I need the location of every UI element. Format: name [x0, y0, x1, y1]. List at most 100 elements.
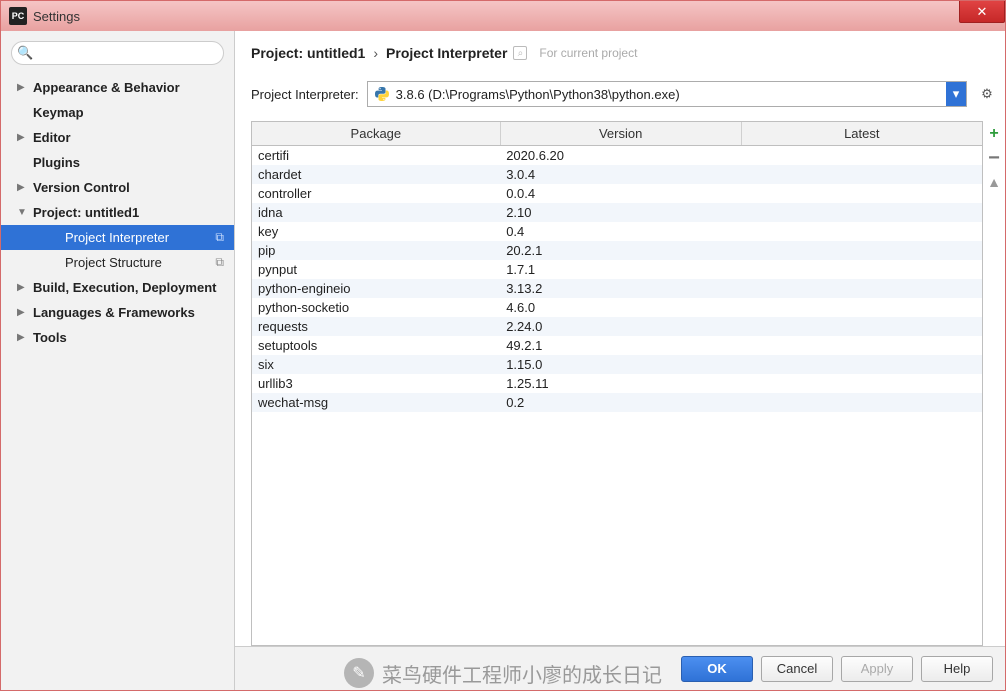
- table-row[interactable]: key0.4: [252, 222, 982, 241]
- chevron-icon: ▶: [17, 282, 27, 293]
- breadcrumb-page: Project Interpreter: [386, 45, 507, 61]
- cell-latest: [741, 260, 982, 279]
- breadcrumb: Project: untitled1 Project Interpreter ⌕…: [235, 31, 1005, 67]
- cell-latest: [741, 393, 982, 412]
- col-version[interactable]: Version: [500, 122, 741, 146]
- table-row[interactable]: certifi2020.6.20: [252, 146, 982, 166]
- titlebar: PC Settings ✕: [1, 1, 1005, 31]
- sidebar-item-label: Version Control: [33, 180, 130, 195]
- table-row[interactable]: six1.15.0: [252, 355, 982, 374]
- python-icon: [374, 86, 390, 102]
- table-row[interactable]: wechat-msg0.2: [252, 393, 982, 412]
- sidebar-item-build-execution-deployment[interactable]: ▶Build, Execution, Deployment: [1, 275, 234, 300]
- close-icon: ✕: [977, 4, 988, 20]
- close-button[interactable]: ✕: [959, 1, 1005, 23]
- copy-icon: ⧉: [215, 255, 224, 270]
- settings-window: PC Settings ✕ 🔍 ▶Appearance & Behavior▶K…: [0, 0, 1006, 691]
- gear-icon: ⚙: [981, 86, 993, 102]
- cell-latest: [741, 165, 982, 184]
- reset-icon[interactable]: ⌕: [513, 46, 527, 60]
- settings-tree[interactable]: ▶Appearance & Behavior▶Keymap▶Editor▶Plu…: [1, 75, 234, 690]
- table-row[interactable]: idna2.10: [252, 203, 982, 222]
- cancel-button[interactable]: Cancel: [761, 656, 833, 682]
- col-latest[interactable]: Latest: [741, 122, 982, 146]
- sidebar-item-project-structure[interactable]: ▶Project Structure⧉: [1, 250, 234, 275]
- interpreter-row: Project Interpreter: 3.8.6 (D:\Programs\…: [235, 67, 1005, 121]
- table-row[interactable]: controller0.0.4: [252, 184, 982, 203]
- table-row[interactable]: python-engineio3.13.2: [252, 279, 982, 298]
- ok-button[interactable]: OK: [681, 656, 753, 682]
- sidebar-item-plugins[interactable]: ▶Plugins: [1, 150, 234, 175]
- cell-package: certifi: [252, 146, 500, 166]
- remove-package-button[interactable]: −: [985, 149, 1003, 167]
- breadcrumb-separator: [371, 45, 380, 61]
- chevron-down-icon[interactable]: ▾: [946, 82, 966, 106]
- add-package-button[interactable]: +: [985, 125, 1003, 143]
- table-row[interactable]: setuptools49.2.1: [252, 336, 982, 355]
- cell-version: 49.2.1: [500, 336, 741, 355]
- sidebar-item-label: Plugins: [33, 155, 80, 170]
- cell-version: 2.10: [500, 203, 741, 222]
- packages-area: Package Version Latest certifi2020.6.20c…: [235, 121, 1005, 646]
- table-row[interactable]: requests2.24.0: [252, 317, 982, 336]
- table-row[interactable]: urllib31.25.11: [252, 374, 982, 393]
- cell-version: 3.0.4: [500, 165, 741, 184]
- cell-package: chardet: [252, 165, 500, 184]
- interpreter-select[interactable]: 3.8.6 (D:\Programs\Python\Python38\pytho…: [367, 81, 967, 107]
- search-input[interactable]: [11, 41, 224, 65]
- chevron-icon: ▶: [17, 132, 27, 143]
- table-row[interactable]: python-socketio4.6.0: [252, 298, 982, 317]
- interpreter-label: Project Interpreter:: [251, 87, 359, 102]
- minus-icon: −: [988, 153, 1000, 163]
- sidebar-item-appearance-behavior[interactable]: ▶Appearance & Behavior: [1, 75, 234, 100]
- dialog-footer: OK Cancel Apply Help: [235, 646, 1005, 690]
- cell-package: idna: [252, 203, 500, 222]
- upgrade-package-button[interactable]: ▲: [985, 173, 1003, 191]
- interpreter-value: 3.8.6 (D:\Programs\Python\Python38\pytho…: [396, 87, 960, 102]
- sidebar-item-editor[interactable]: ▶ Editor: [1, 125, 234, 150]
- copy-icon: ⧉: [215, 230, 224, 245]
- cell-version: 1.7.1: [500, 260, 741, 279]
- sidebar-item-project-interpreter[interactable]: ▶Project Interpreter⧉: [1, 225, 234, 250]
- sidebar-item-label: Languages & Frameworks: [33, 305, 195, 320]
- body: 🔍 ▶Appearance & Behavior▶Keymap▶Editor▶P…: [1, 31, 1005, 690]
- sidebar-item-project-untitled1[interactable]: ▼Project: untitled1: [1, 200, 234, 225]
- help-button[interactable]: Help: [921, 656, 993, 682]
- sidebar: 🔍 ▶Appearance & Behavior▶Keymap▶Editor▶P…: [1, 31, 235, 690]
- search-icon: 🔍: [17, 45, 33, 61]
- sidebar-item-label: Tools: [33, 330, 67, 345]
- sidebar-item-tools[interactable]: ▶Tools: [1, 325, 234, 350]
- cell-version: 0.4: [500, 222, 741, 241]
- cell-package: pip: [252, 241, 500, 260]
- breadcrumb-hint: For current project: [539, 46, 637, 60]
- cell-package: setuptools: [252, 336, 500, 355]
- packages-table[interactable]: Package Version Latest certifi2020.6.20c…: [252, 122, 982, 412]
- cell-version: 2.24.0: [500, 317, 741, 336]
- cell-latest: [741, 355, 982, 374]
- sidebar-item-keymap[interactable]: ▶Keymap: [1, 100, 234, 125]
- cell-version: 1.25.11: [500, 374, 741, 393]
- table-row[interactable]: pip20.2.1: [252, 241, 982, 260]
- cell-latest: [741, 146, 982, 166]
- cell-latest: [741, 222, 982, 241]
- col-package[interactable]: Package: [252, 122, 500, 146]
- sidebar-item-version-control[interactable]: ▶Version Control: [1, 175, 234, 200]
- cell-package: controller: [252, 184, 500, 203]
- table-row[interactable]: chardet3.0.4: [252, 165, 982, 184]
- main-panel: Project: untitled1 Project Interpreter ⌕…: [235, 31, 1005, 690]
- cell-version: 3.13.2: [500, 279, 741, 298]
- interpreter-gear-button[interactable]: ⚙: [975, 82, 999, 106]
- sidebar-item-label: Editor: [33, 130, 71, 145]
- cell-package: key: [252, 222, 500, 241]
- cell-package: python-socketio: [252, 298, 500, 317]
- sidebar-item-label: Project Interpreter: [65, 230, 169, 245]
- packages-table-wrap: Package Version Latest certifi2020.6.20c…: [251, 121, 983, 646]
- apply-button[interactable]: Apply: [841, 656, 913, 682]
- breadcrumb-project: Project: untitled1: [251, 45, 365, 61]
- sidebar-item-label: Keymap: [33, 105, 84, 120]
- table-row[interactable]: pynput1.7.1: [252, 260, 982, 279]
- cell-latest: [741, 336, 982, 355]
- cell-package: requests: [252, 317, 500, 336]
- chevron-icon: ▼: [17, 207, 27, 218]
- sidebar-item-languages-frameworks[interactable]: ▶Languages & Frameworks: [1, 300, 234, 325]
